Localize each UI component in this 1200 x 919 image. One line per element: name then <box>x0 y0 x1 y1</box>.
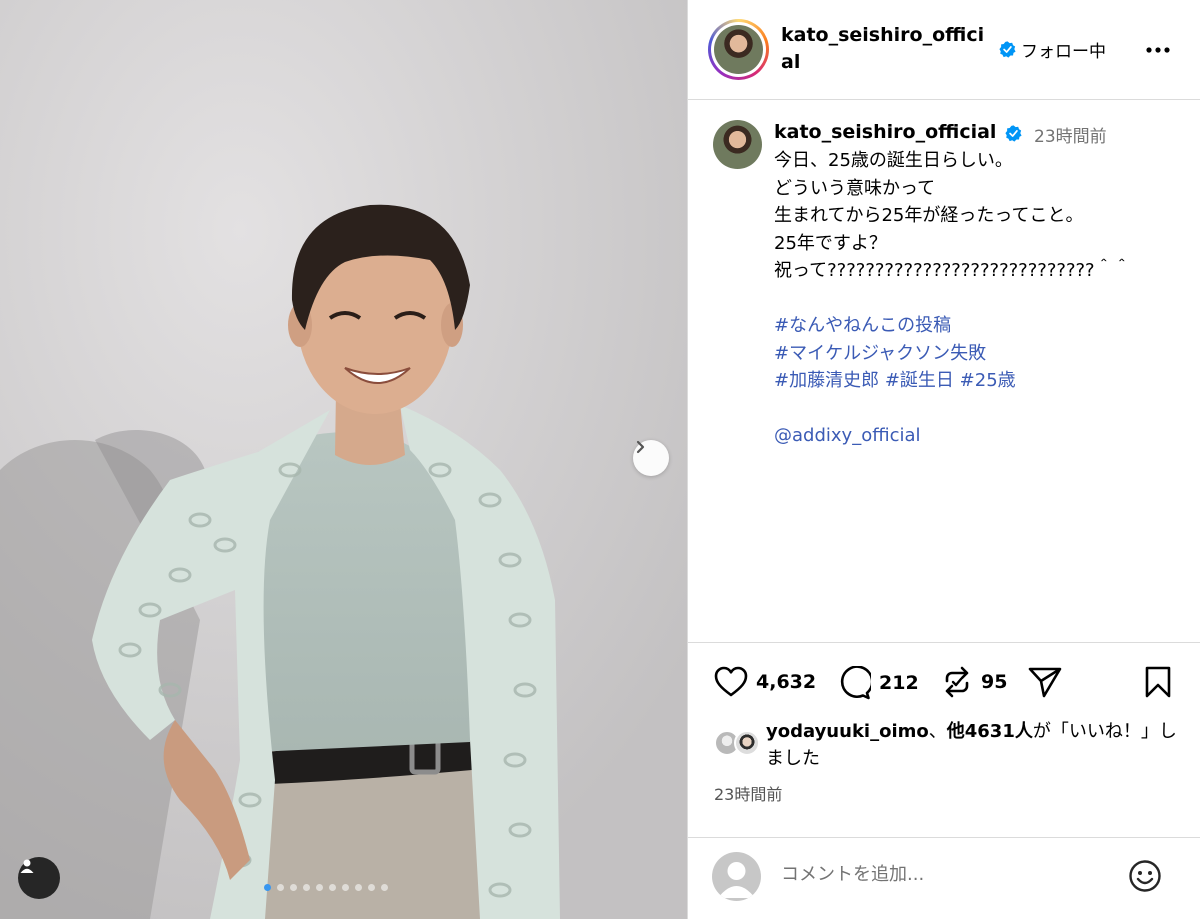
user-tags-button[interactable] <box>18 857 60 899</box>
post-details-panel: kato_seishiro_official フォロー中 kato_seishi… <box>687 0 1200 919</box>
hashtag-link[interactable]: #なんやねんこの投稿 <box>774 315 951 336</box>
liker-avatars[interactable] <box>714 730 764 760</box>
bookmark-icon <box>1145 666 1171 698</box>
hashtag-link[interactable]: #25歳 <box>960 370 1016 391</box>
repost-icon <box>945 666 969 698</box>
post-header: kato_seishiro_official フォロー中 <box>688 0 1200 100</box>
liker-username[interactable]: yodayuuki_oimo <box>766 721 929 742</box>
avatar <box>712 852 761 901</box>
mention-link[interactable]: @addixy_official <box>774 425 921 446</box>
following-button[interactable]: フォロー中 <box>1021 37 1106 62</box>
hashtag-link[interactable]: #誕生日 <box>885 370 954 391</box>
caption-username[interactable]: kato_seishiro_official <box>774 121 996 143</box>
more-icon <box>1146 47 1170 53</box>
caption-line: 祝って????????????????????????????＾＾ <box>774 260 1131 281</box>
carousel-next-button[interactable] <box>633 440 669 476</box>
verified-badge-icon <box>1005 125 1022 142</box>
carousel-dot <box>316 884 323 891</box>
carousel-dot <box>264 884 271 891</box>
carousel-dot <box>342 884 349 891</box>
story-avatar[interactable] <box>708 19 769 80</box>
share-button[interactable] <box>1028 666 1062 698</box>
hashtag-link[interactable]: #マイケルジャクソン失敗 <box>774 343 986 364</box>
other-likers-link[interactable]: 他4631人 <box>947 721 1033 742</box>
carousel-dot <box>381 884 388 891</box>
share-icon <box>1028 667 1062 698</box>
carousel-dot <box>355 884 362 891</box>
caption-avatar[interactable] <box>713 120 762 169</box>
like-button[interactable]: 4,632 <box>714 666 816 698</box>
photo-illustration <box>0 0 687 919</box>
action-bar: 4,632 212 95 yodayuuki_oimo、他4631人が「いいね！… <box>688 642 1200 919</box>
carousel-dot <box>290 884 297 891</box>
carousel-indicator <box>264 884 388 891</box>
default-avatar-icon <box>718 862 755 898</box>
carousel-dot <box>277 884 284 891</box>
caption-body: 今日、25歳の誕生日らしい。 どういう意味かって 生まれてから25年が経ったって… <box>774 147 1184 450</box>
comment-input[interactable] <box>781 854 1111 894</box>
save-button[interactable] <box>1144 666 1172 698</box>
user-tag-icon <box>20 859 34 873</box>
comment-composer <box>688 837 1200 919</box>
post-photo[interactable] <box>0 0 687 919</box>
verified-badge-icon <box>999 41 1016 58</box>
emoji-icon <box>1129 860 1161 892</box>
comment-button[interactable]: 212 <box>837 666 919 700</box>
more-options-button[interactable] <box>1144 36 1172 64</box>
chevron-right-icon <box>636 440 645 454</box>
heart-icon <box>714 666 748 697</box>
comment-count: 212 <box>879 672 919 694</box>
caption-line: どういう意味かって <box>774 177 936 199</box>
carousel-dot <box>329 884 336 891</box>
emoji-button[interactable] <box>1128 859 1162 893</box>
like-count: 4,632 <box>756 671 817 693</box>
caption-line: 今日、25歳の誕生日らしい。 <box>774 150 1013 171</box>
repost-button[interactable]: 95 <box>941 666 1007 698</box>
avatar <box>714 25 763 74</box>
hashtag-link[interactable]: #加藤清史郎 <box>774 370 879 391</box>
caption-timestamp[interactable]: 23時間前 <box>1034 122 1107 147</box>
comment-icon <box>840 666 871 700</box>
repost-count: 95 <box>981 671 1008 693</box>
carousel-dot <box>368 884 375 891</box>
post-timestamp[interactable]: 23時間前 <box>714 781 782 805</box>
header-username[interactable]: kato_seishiro_official <box>781 22 991 76</box>
caption-line: 生まれてから25年が経ったってこと。 <box>774 205 1084 226</box>
carousel-dot <box>303 884 310 891</box>
avatar <box>734 730 760 756</box>
caption-line: 25年ですよ？ <box>774 232 887 254</box>
